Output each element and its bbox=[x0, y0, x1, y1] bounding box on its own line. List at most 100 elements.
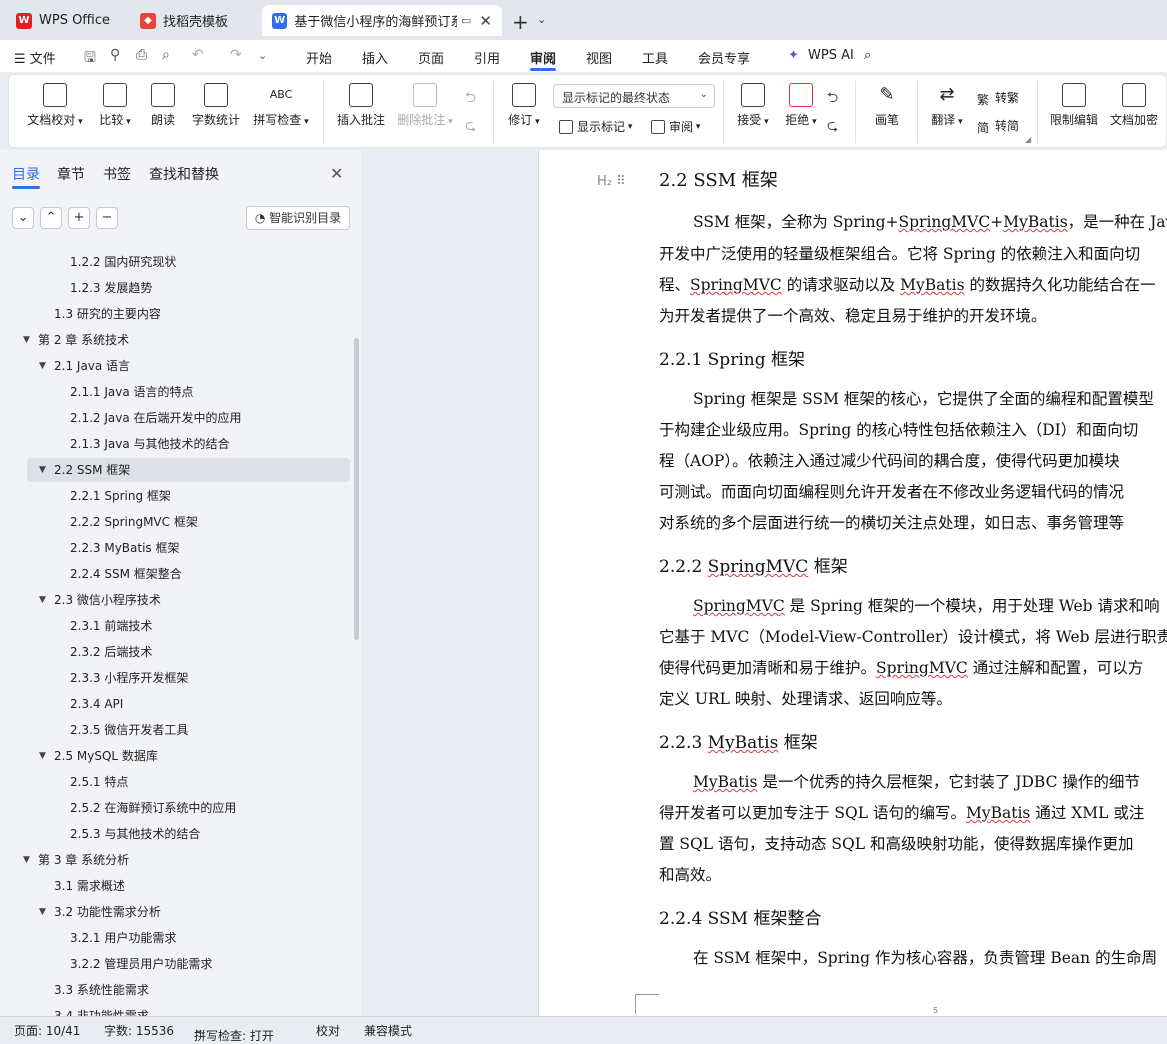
toc-item[interactable]: 1.2.2 国内研究现状 bbox=[0, 250, 350, 274]
menu-page[interactable]: 页面 bbox=[418, 48, 444, 67]
expand-group-icon[interactable]: ◢ bbox=[1025, 135, 1031, 144]
expand-arrow-icon[interactable]: ▼ bbox=[39, 588, 46, 612]
next-change-icon[interactable]: ⮎ bbox=[827, 115, 838, 139]
menu-wps-ai[interactable]: WPS AI bbox=[808, 48, 854, 63]
document-page[interactable]: H₂ ⠿ 2.2 SSM 框架 SSM 框架，全称为 Spring+SpringM… bbox=[538, 150, 1167, 1016]
window-mode-icon[interactable]: ▭ bbox=[461, 14, 471, 27]
expand-arrow-icon[interactable]: ▼ bbox=[39, 458, 46, 482]
smart-toc-button[interactable]: ◔ 智能识别目录 bbox=[246, 206, 350, 230]
insert-comment-button[interactable]: 插入批注 bbox=[335, 83, 387, 128]
share-icon[interactable]: ⚲ bbox=[110, 47, 120, 63]
menu-view[interactable]: 视图 bbox=[586, 48, 612, 67]
toc-item[interactable]: 3.1 需求概述 bbox=[0, 874, 350, 898]
word-count-button[interactable]: 字数统计 bbox=[189, 83, 243, 128]
toc-item[interactable]: 2.5.1 特点 bbox=[0, 770, 350, 794]
toc-item[interactable]: 2.3.2 后端技术 bbox=[0, 640, 350, 664]
toc-item[interactable]: ▼ 第 2 章 系统技术 bbox=[0, 328, 350, 352]
nav-tab-toc[interactable]: 目录 bbox=[12, 164, 40, 184]
undo-icon[interactable]: ↶ bbox=[192, 47, 204, 63]
pen-button[interactable]: ✎ 画笔 bbox=[867, 83, 907, 128]
toc-item[interactable]: 2.2.3 MyBatis 框架 bbox=[0, 536, 350, 560]
track-mode-select[interactable]: 显示标记的最终状态 ⌄ bbox=[553, 84, 715, 108]
print-preview-icon[interactable]: ⌕ bbox=[162, 47, 170, 63]
expand-arrow-icon[interactable]: ▼ bbox=[23, 328, 30, 352]
toc-item[interactable]: ▼ 2.2 SSM 框架 bbox=[27, 458, 350, 482]
page-indicator[interactable]: 页面: 10/41 bbox=[14, 1022, 80, 1039]
collapse-down-button[interactable]: ⌄ bbox=[12, 207, 34, 229]
translate-button[interactable]: ⇄ 翻译 ▾ bbox=[925, 83, 969, 128]
menu-reference[interactable]: 引用 bbox=[474, 48, 500, 67]
expand-arrow-icon[interactable]: ▼ bbox=[39, 744, 46, 768]
spell-check-status[interactable]: 拼写检查: 打开 ⌄ bbox=[194, 1022, 274, 1043]
expand-arrow-icon[interactable]: ▼ bbox=[39, 354, 46, 378]
tab-active-document[interactable]: W 基于微信小程序的海鲜预订系统 ▭ ✕ bbox=[262, 5, 502, 36]
next-comment-icon[interactable]: ⮎ bbox=[465, 115, 476, 139]
menu-start[interactable]: 开始 bbox=[306, 48, 332, 67]
menu-member[interactable]: 会员专享 bbox=[698, 48, 750, 67]
compare-button[interactable]: 比较 ▾ bbox=[95, 83, 135, 128]
review-pane-button[interactable]: 审阅 ▾ bbox=[651, 118, 700, 135]
previous-comment-icon[interactable]: ⮌ bbox=[465, 87, 476, 111]
show-markup-button[interactable]: 显示标记 ▾ bbox=[559, 118, 632, 135]
tab-docer-templates[interactable]: ◆ 找稻壳模板 bbox=[130, 5, 256, 36]
spell-check-button[interactable]: ABC 拼写检查 ▾ bbox=[251, 83, 311, 128]
toc-item[interactable]: 2.2.2 SpringMVC 框架 bbox=[0, 510, 350, 534]
tab-wps-office[interactable]: W WPS Office bbox=[6, 5, 122, 36]
toc-item[interactable]: 3.2.1 用户功能需求 bbox=[0, 926, 350, 950]
file-menu[interactable]: ☰ 文件 bbox=[14, 48, 56, 67]
remove-heading-button[interactable]: − bbox=[96, 207, 118, 229]
toc-scrollbar[interactable] bbox=[354, 338, 359, 640]
heading-level-marker[interactable]: H₂ ⠿ bbox=[597, 174, 626, 189]
toc-item[interactable]: 2.3.1 前端技术 bbox=[0, 614, 350, 638]
menu-tools[interactable]: 工具 bbox=[642, 48, 668, 67]
read-aloud-button[interactable]: 朗读 bbox=[147, 83, 179, 128]
add-heading-button[interactable]: + bbox=[68, 207, 90, 229]
to-traditional-button[interactable]: 繁 转繁 bbox=[977, 89, 1019, 107]
collapse-up-button[interactable]: ⌃ bbox=[40, 207, 62, 229]
new-tab-icon[interactable]: + bbox=[512, 10, 529, 34]
toc-item[interactable]: 2.1.3 Java 与其他技术的结合 bbox=[0, 432, 350, 456]
toc-item[interactable]: 2.2.1 Spring 框架 bbox=[0, 484, 350, 508]
close-icon[interactable]: ✕ bbox=[330, 164, 343, 183]
nav-tab-chapters[interactable]: 章节 bbox=[57, 164, 85, 184]
restrict-edit-button[interactable]: 限制编辑 bbox=[1045, 83, 1103, 128]
redo-icon[interactable]: ↷ bbox=[230, 47, 242, 63]
toc-item[interactable]: 3.2.2 管理员用户功能需求 bbox=[0, 952, 350, 976]
chevron-down-icon[interactable]: ⌄ bbox=[537, 13, 546, 26]
toc-item[interactable]: 2.1.1 Java 语言的特点 bbox=[0, 380, 350, 404]
expand-arrow-icon[interactable]: ▼ bbox=[23, 848, 30, 872]
save-icon[interactable]: 🖫 bbox=[84, 47, 96, 71]
toc-item[interactable]: 2.3.4 API bbox=[0, 692, 350, 716]
toc-item[interactable]: 2.3.3 小程序开发框架 bbox=[0, 666, 350, 690]
accept-button[interactable]: 接受 ▾ bbox=[733, 83, 773, 128]
toc-item[interactable]: 2.2.4 SSM 框架整合 bbox=[0, 562, 350, 586]
toc-item[interactable]: 2.5.3 与其他技术的结合 bbox=[0, 822, 350, 846]
menu-review[interactable]: 审阅 bbox=[530, 48, 556, 67]
reject-button[interactable]: 拒绝 ▾ bbox=[781, 83, 821, 128]
doc-encrypt-button[interactable]: 文档加密 bbox=[1107, 83, 1161, 128]
search-icon[interactable]: ⌕ bbox=[864, 48, 871, 63]
revise-button[interactable]: 修订 ▾ bbox=[503, 83, 545, 128]
toc-item[interactable]: ▼ 2.3 微信小程序技术 bbox=[0, 588, 350, 612]
proofread-status[interactable]: 校对 bbox=[316, 1022, 340, 1039]
toc-item[interactable]: ▼ 2.1 Java 语言 bbox=[0, 354, 350, 378]
toc-item[interactable]: ▼ 第 3 章 系统分析 bbox=[0, 848, 350, 872]
toc-item[interactable]: 2.3.5 微信开发者工具 bbox=[0, 718, 350, 742]
toc-item[interactable]: 3.3 系统性能需求 bbox=[0, 978, 350, 1002]
nav-tab-bookmarks[interactable]: 书签 bbox=[103, 164, 131, 184]
to-simplified-button[interactable]: 简 转简 bbox=[977, 117, 1019, 135]
more-quick-access-icon[interactable]: ⌄ bbox=[258, 49, 267, 62]
toc-item[interactable]: ▼ 3.2 功能性需求分析 bbox=[0, 900, 350, 924]
close-tab-icon[interactable]: ✕ bbox=[479, 12, 492, 30]
toc-item[interactable]: 2.1.2 Java 在后端开发中的应用 bbox=[0, 406, 350, 430]
toc-item[interactable]: 1.2.3 发展趋势 bbox=[0, 276, 350, 300]
word-count-indicator[interactable]: 字数: 15536 bbox=[104, 1022, 174, 1039]
toc-item[interactable]: 2.5.2 在海鲜预订系统中的应用 bbox=[0, 796, 350, 820]
menu-insert[interactable]: 插入 bbox=[362, 48, 388, 67]
expand-arrow-icon[interactable]: ▼ bbox=[39, 900, 46, 924]
previous-change-icon[interactable]: ⮌ bbox=[827, 87, 838, 111]
nav-tab-find-replace[interactable]: 查找和替换 bbox=[149, 164, 219, 184]
doc-proofread-button[interactable]: 文档校对 ▾ bbox=[27, 83, 83, 128]
toc-item[interactable]: 1.3 研究的主要内容 bbox=[0, 302, 350, 326]
delete-comment-button[interactable]: 删除批注 ▾ bbox=[395, 83, 455, 128]
